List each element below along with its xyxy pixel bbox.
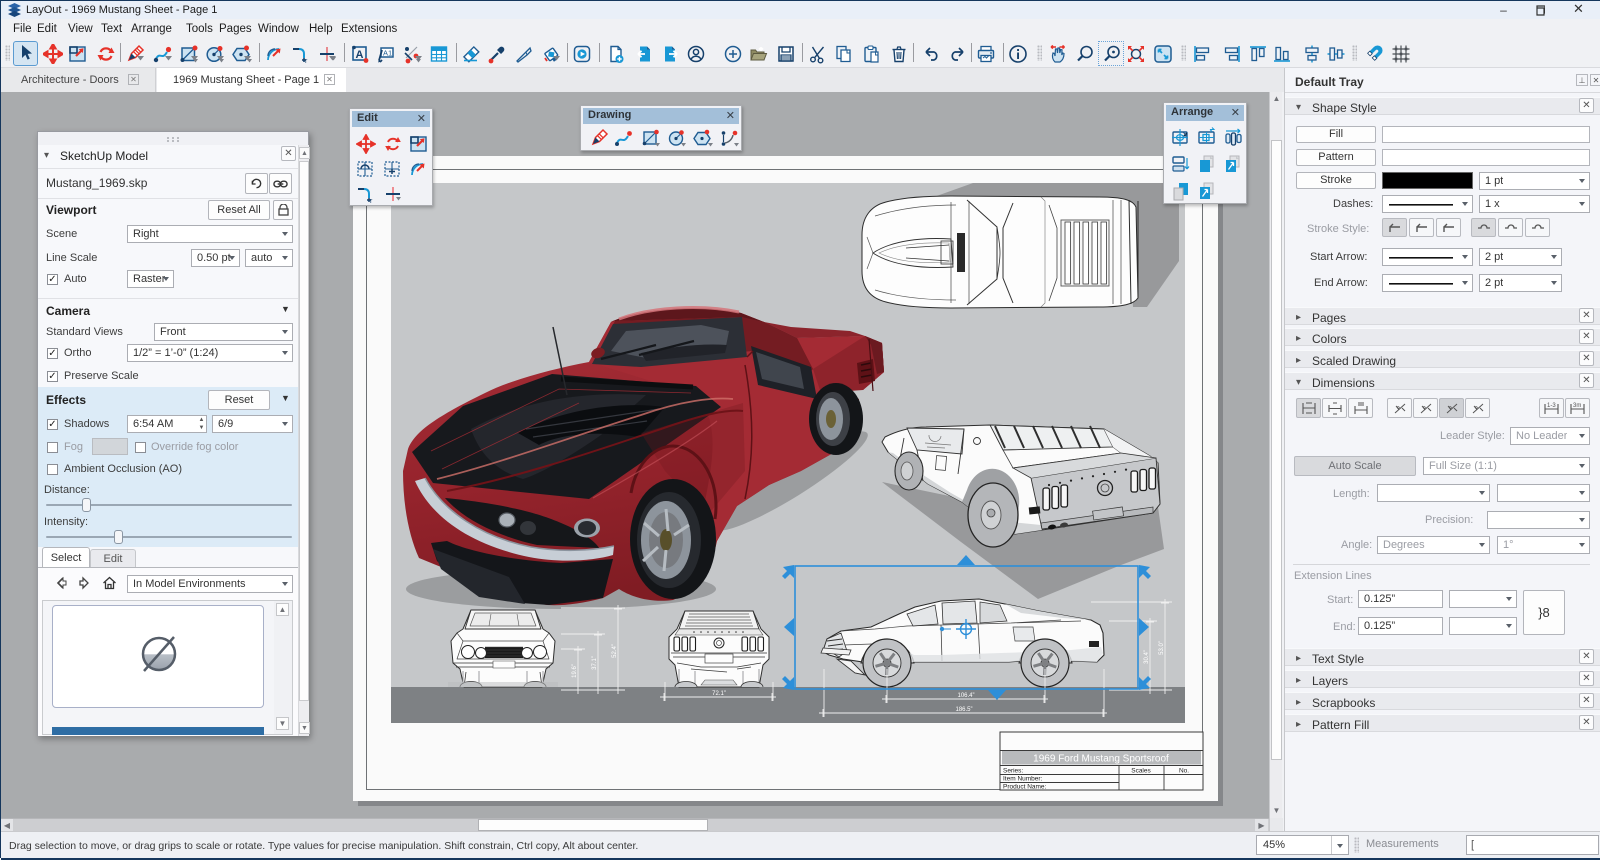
svg-text:30.4”: 30.4” <box>1144 650 1150 664</box>
svg-text:r: r <box>370 198 373 204</box>
svg-text:72.1”: 72.1” <box>712 691 726 697</box>
svg-text:1-3: 1-3 <box>1547 403 1556 409</box>
svg-text:3m: 3m <box>1573 403 1581 409</box>
svg-text:106.4”: 106.4” <box>957 693 974 699</box>
svg-text:No.: No. <box>1179 768 1189 775</box>
svg-text:Product Name:: Product Name: <box>1003 784 1047 791</box>
svg-text:Scales: Scales <box>1131 768 1151 775</box>
svg-text:52.4”: 52.4” <box>612 644 618 658</box>
svg-text:Series:: Series: <box>1003 768 1023 775</box>
svg-text:19.6”: 19.6” <box>572 664 578 678</box>
svg-text:186.5”: 186.5” <box>955 707 972 713</box>
svg-text:A1: A1 <box>383 49 392 58</box>
svg-text:1969 Ford Mustang Sportsroof: 1969 Ford Mustang Sportsroof <box>1033 754 1169 765</box>
svg-text:r: r <box>305 58 308 64</box>
svg-text:Item Number:: Item Number: <box>1003 776 1043 783</box>
svg-text:37.1”: 37.1” <box>592 656 598 670</box>
svg-text:A: A <box>356 49 364 61</box>
svg-text:53.0”: 53.0” <box>1159 641 1165 655</box>
